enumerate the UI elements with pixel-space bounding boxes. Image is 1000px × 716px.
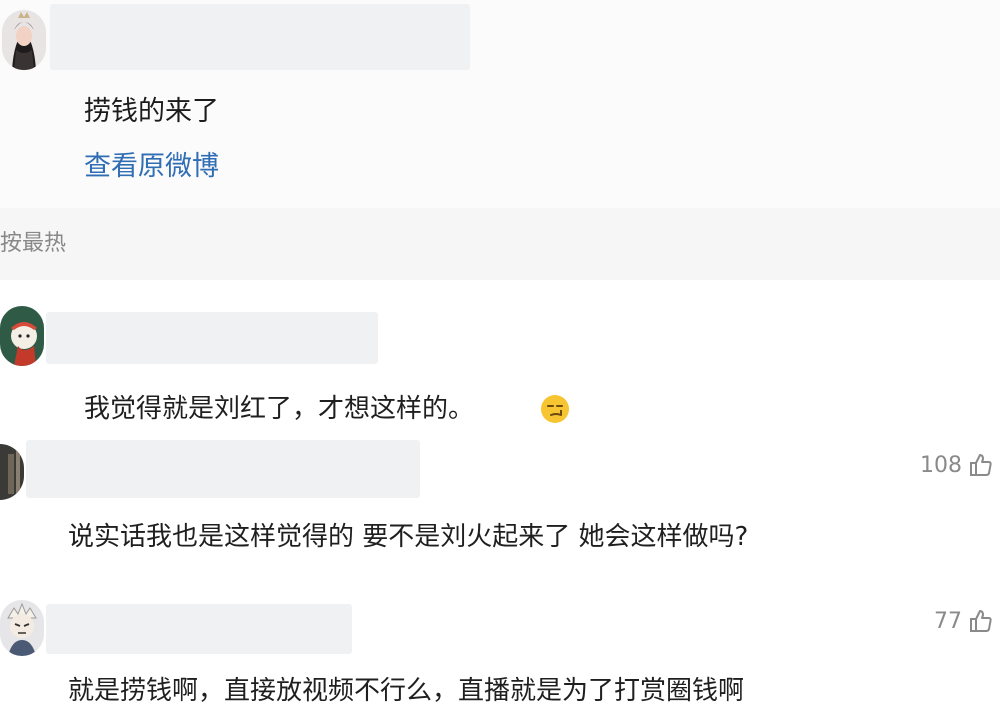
commenter-name-redacted[interactable] — [46, 312, 378, 364]
like-count: 77 — [934, 608, 962, 634]
post-author-avatar[interactable] — [2, 10, 46, 70]
like-button[interactable]: 77 — [934, 608, 994, 634]
post-author-name-redacted[interactable] — [50, 4, 470, 70]
commenter-avatar[interactable] — [0, 306, 44, 366]
commenter-name-redacted[interactable] — [46, 604, 352, 654]
smirk-face-icon — [541, 395, 569, 423]
comment-text: 就是捞钱啊，直接放视频不行么，直播就是为了打赏圈钱啊 — [68, 676, 745, 706]
original-post-card: 捞钱的来了 查看原微博 — [0, 0, 1000, 208]
like-button[interactable]: 108 — [920, 452, 994, 478]
commenter-avatar[interactable] — [0, 600, 44, 656]
commenter-name-redacted[interactable] — [26, 440, 420, 498]
sort-bar — [0, 208, 1000, 280]
sort-by-hot-button[interactable]: 按最热 — [0, 233, 66, 255]
comment-text: 说实话我也是这样觉得的 要不是刘火起来了 她会这样做吗? — [68, 522, 749, 552]
view-original-weibo-link[interactable]: 查看原微博 — [84, 153, 219, 180]
comment-text: 我觉得就是刘红了，才想这样的。 — [84, 394, 475, 424]
post-text: 捞钱的来了 — [84, 96, 219, 127]
thumbs-up-icon — [970, 610, 992, 632]
thumbs-up-icon — [970, 454, 992, 476]
like-count: 108 — [920, 452, 962, 478]
